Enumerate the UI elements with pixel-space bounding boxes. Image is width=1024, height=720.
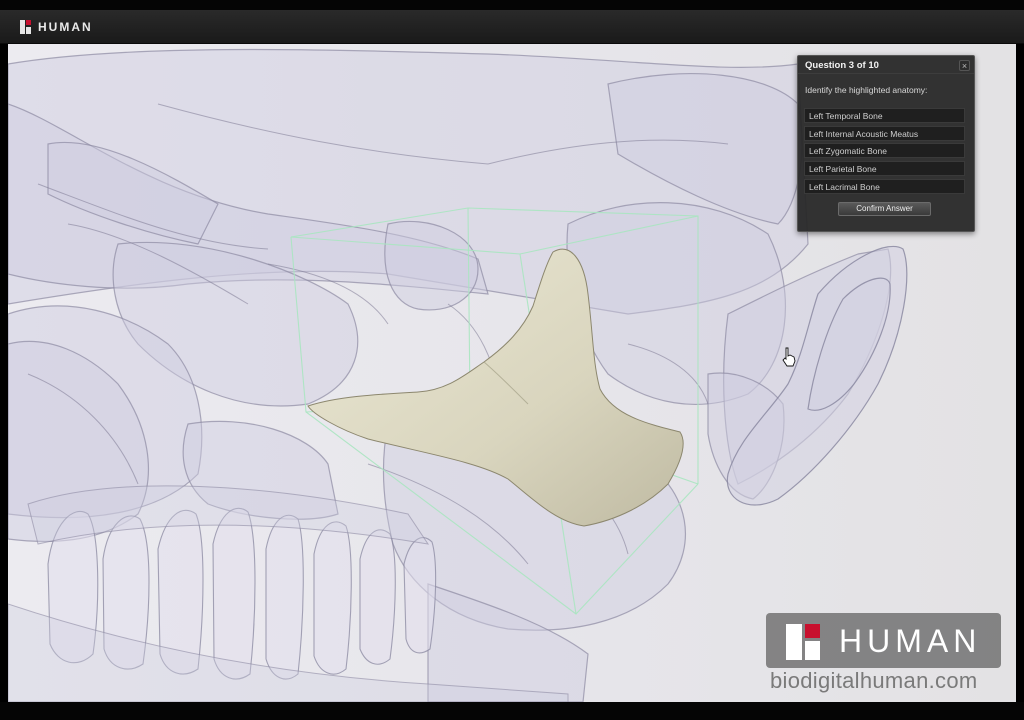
answer-option-lacrimal-bone[interactable]: Left Lacrimal Bone [804, 178, 965, 194]
watermark-brand: HUMAN [839, 623, 982, 659]
watermark-url: biodigitalhuman.com [770, 668, 978, 693]
letterbox-bottom [0, 702, 1024, 720]
quiz-prompt: Identify the highlighted anatomy: [805, 85, 928, 95]
quiz-dialog: Question 3 of 10 × Identify the highligh… [797, 55, 975, 232]
answer-option-parietal-bone[interactable]: Left Parietal Bone [804, 161, 965, 177]
app-brand-name: HUMAN [38, 20, 93, 34]
quiz-options: Left Temporal Bone Left Internal Acousti… [798, 108, 974, 194]
letterbox-top [0, 0, 1024, 10]
human-logo-icon [786, 624, 822, 660]
close-icon[interactable]: × [959, 60, 970, 71]
answer-option-internal-acoustic-meatus[interactable]: Left Internal Acoustic Meatus [804, 125, 965, 141]
watermark-logo-box: HUMAN [766, 613, 1001, 668]
quiz-title: Question 3 of 10 [798, 56, 974, 74]
human-logo-icon [20, 20, 32, 34]
answer-option-zygomatic-bone[interactable]: Left Zygomatic Bone [804, 143, 965, 159]
answer-option-temporal-bone[interactable]: Left Temporal Bone [804, 108, 965, 123]
app-logo[interactable]: HUMAN [20, 19, 93, 35]
top-bar: HUMAN [0, 10, 1024, 44]
confirm-answer-button[interactable]: Confirm Answer [838, 202, 931, 216]
